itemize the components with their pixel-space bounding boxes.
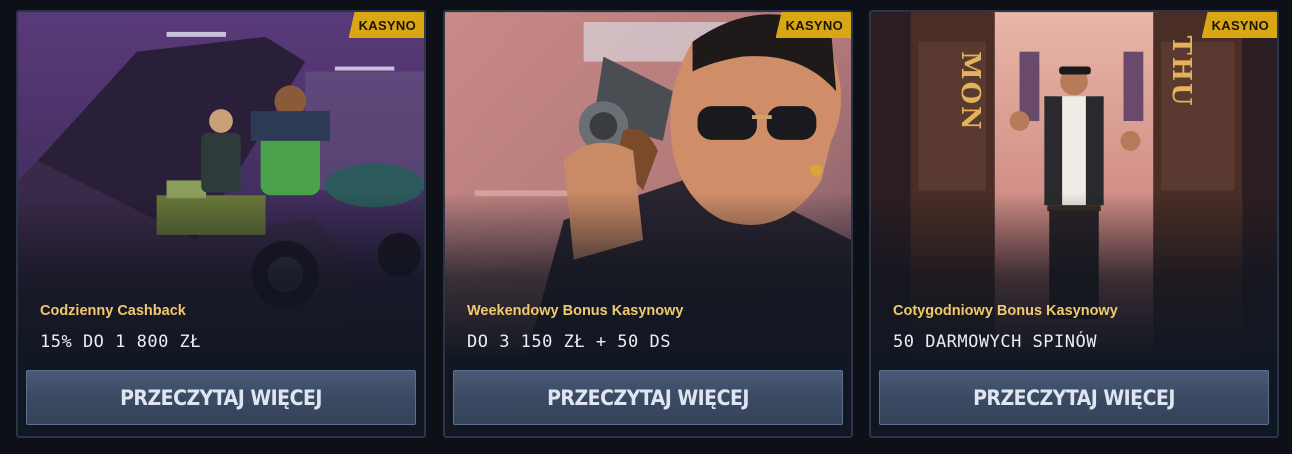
promo-title: Cotygodniowy Bonus Kasynowy [893, 303, 1118, 319]
promo-title: Codzienny Cashback [40, 303, 186, 319]
promo-card-weekend-bonus[interactable]: KASYNO Weekendowy Bonus Kasynowy DO 3 15… [443, 10, 853, 438]
promo-title: Weekendowy Bonus Kasynowy [467, 303, 684, 319]
promo-offer: 15% DO 1 800 ZŁ [40, 332, 202, 352]
door-left-text: MON [955, 51, 985, 131]
read-more-button[interactable]: PRZECZYTAJ WIĘCEJ [879, 370, 1269, 425]
promo-offer: 50 DARMOWYCH SPINÓW [893, 332, 1097, 352]
promo-card-daily-cashback[interactable]: KASYNO Codzienny Cashback 15% DO 1 800 Z… [16, 10, 426, 438]
category-badge: KASYNO [775, 12, 851, 38]
door-right-text: THU [1166, 36, 1196, 108]
promotions-row: KASYNO Codzienny Cashback 15% DO 1 800 Z… [0, 0, 1292, 454]
category-badge: KASYNO [1201, 12, 1277, 38]
promo-offer: DO 3 150 ZŁ + 50 DS [467, 332, 671, 352]
read-more-button[interactable]: PRZECZYTAJ WIĘCEJ [453, 370, 843, 425]
promo-card-weekly-bonus[interactable]: MON THU KASYNO Cotygodniowy Bonus Kasyno… [869, 10, 1279, 438]
read-more-button[interactable]: PRZECZYTAJ WIĘCEJ [26, 370, 416, 425]
category-badge: KASYNO [348, 12, 424, 38]
